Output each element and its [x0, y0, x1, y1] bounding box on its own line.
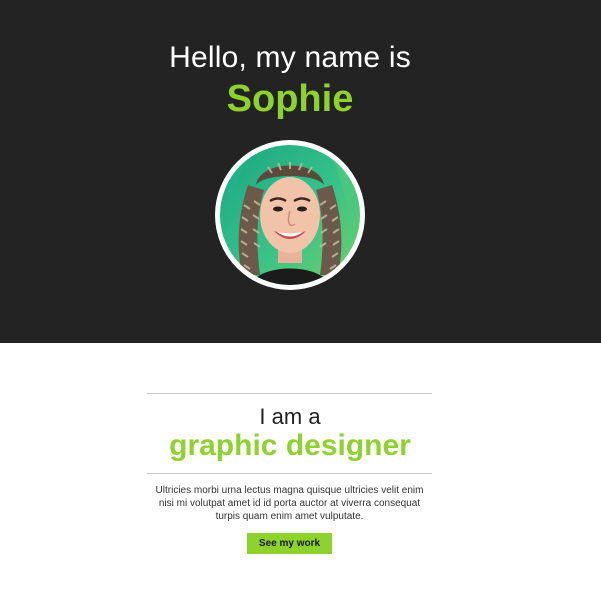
hero-name: Sophie	[226, 78, 354, 120]
intro-role: graphic designer	[169, 429, 411, 462]
hero-section: Hello, my name is Sophie	[0, 0, 601, 343]
divider-bottom	[147, 473, 432, 474]
hero-greeting: Hello, my name is	[169, 41, 411, 74]
intro-description: Ultricies morbi urna lectus magna quisqu…	[155, 485, 424, 522]
see-my-work-button[interactable]: See my work	[247, 533, 332, 554]
divider-top	[147, 393, 432, 394]
profile-photo	[220, 145, 360, 285]
avatar	[215, 140, 365, 290]
